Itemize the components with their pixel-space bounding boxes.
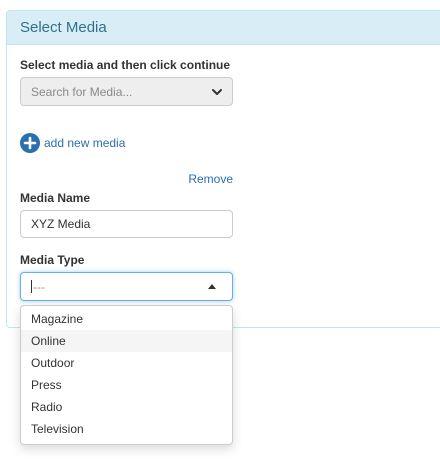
dropdown-option-press[interactable]: Press [21,374,232,396]
media-type-select[interactable]: --- [20,272,233,301]
media-search-placeholder: Search for Media... [31,84,133,99]
caret-up-icon [208,284,216,289]
media-search-select[interactable]: Search for Media... [20,77,233,106]
text-cursor [31,280,32,293]
remove-link[interactable]: Remove [170,172,233,186]
plus-circle-icon [20,133,40,153]
dropdown-option-outdoor[interactable]: Outdoor [21,352,232,374]
chevron-down-icon [212,89,222,95]
media-type-dropdown: Magazine Online Outdoor Press Radio Tele… [20,305,233,445]
dropdown-option-television[interactable]: Television [21,418,232,440]
dropdown-option-online[interactable]: Online [21,330,232,352]
media-name-value: XYZ Media [31,217,91,231]
media-type-value: --- [33,279,45,294]
panel-heading: Select Media [7,11,440,45]
add-new-media-label: add new media [44,136,126,150]
panel-title: Select Media [20,19,107,36]
dropdown-option-magazine[interactable]: Magazine [21,308,232,330]
media-name-label: Media Name [20,191,91,205]
media-name-input[interactable]: XYZ Media [20,210,233,238]
dropdown-option-radio[interactable]: Radio [21,396,232,418]
add-new-media-link[interactable]: add new media [20,132,125,154]
select-media-label: Select media and then click continue [20,58,231,72]
media-type-label: Media Type [20,253,85,267]
